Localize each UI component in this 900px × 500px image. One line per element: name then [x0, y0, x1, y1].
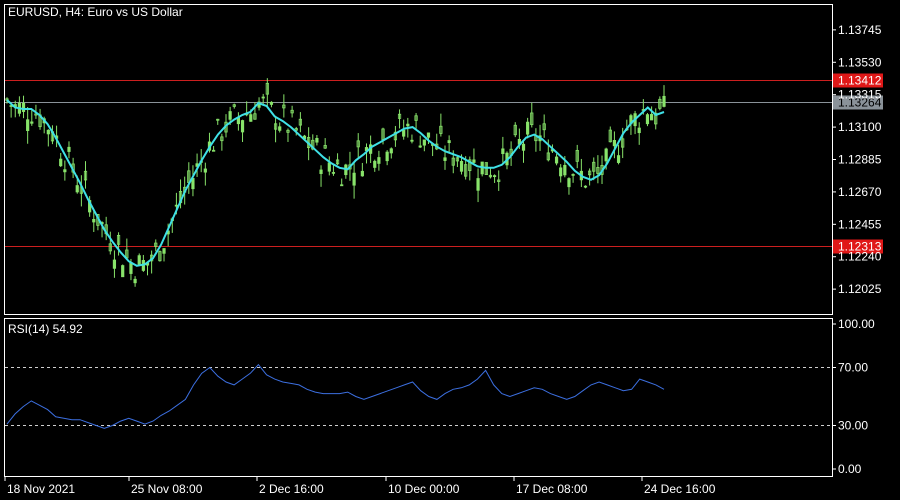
candle-body [422, 139, 426, 146]
price-tick-label: 1.13100 [838, 120, 882, 134]
candle-body [315, 137, 319, 143]
candle-body [426, 132, 431, 138]
candle-body [645, 114, 650, 125]
price-axis: 1.13745 1.13530 1.13315 1.13100 1.12885 1.126… [832, 23, 882, 296]
candle-body [563, 164, 567, 176]
rsi-tick-label: 0.00 [838, 462, 862, 476]
candle-body [261, 96, 265, 99]
level-tag-label: 1.13412 [838, 74, 882, 88]
candle-body [129, 262, 133, 274]
candle-body [269, 101, 274, 105]
candle-body [360, 170, 364, 177]
price-tick-label: 1.12885 [838, 153, 882, 167]
price-tick-label: 1.13530 [838, 55, 882, 69]
candle-body [59, 158, 63, 167]
price-tick-label: 1.12240 [838, 250, 882, 264]
time-tick-label: 10 Dec 00:00 [388, 482, 460, 496]
candle-body [492, 175, 497, 178]
candle-body [340, 184, 344, 187]
time-tick-label: 24 Dec 16:00 [644, 482, 716, 496]
candle-body [559, 167, 563, 177]
time-tick-label: 25 Nov 08:00 [131, 482, 203, 496]
candle-body [637, 127, 641, 134]
candle-body [554, 156, 559, 164]
candle-body [459, 160, 464, 172]
candle-body [75, 185, 79, 193]
rsi-tick-label: 70.00 [838, 361, 868, 375]
time-tick-label: 17 Dec 08:00 [516, 482, 588, 496]
trading-chart: 1.134121.123131.13264 1.137451.135301.13… [0, 0, 900, 500]
candle-body [63, 169, 67, 173]
candle-body [604, 148, 608, 162]
price-tick-label: 1.13315 [838, 88, 882, 102]
candle-body [249, 114, 253, 122]
candle-body [26, 119, 30, 131]
rsi-tick-label: 100.00 [838, 317, 875, 331]
candle-body [121, 265, 125, 278]
candle-body [21, 102, 26, 112]
candle-body [30, 121, 34, 124]
candle-body [377, 157, 381, 164]
candle-body [402, 129, 406, 137]
candle-body [501, 148, 505, 155]
candle-body [133, 278, 137, 284]
rsi-label: RSI(14) 54.92 [8, 322, 83, 336]
candle-body [319, 169, 323, 174]
price-tick-label: 1.12670 [838, 185, 882, 199]
candle-body [521, 143, 526, 151]
candle-body [612, 140, 617, 147]
candle-body [418, 145, 422, 148]
candle-body [327, 162, 331, 172]
title-comma: , [59, 5, 66, 19]
title-colon: : [81, 5, 88, 19]
chart-title: EURUSD, H4: Euro vs US Dollar [8, 5, 183, 19]
candle-body [92, 219, 96, 223]
candle-body [137, 255, 141, 265]
candle-body [174, 204, 179, 207]
candle-body [373, 160, 377, 168]
price-tick-label: 1.12455 [838, 217, 882, 231]
rsi-tick-label: 30.00 [838, 419, 868, 433]
candle-body [472, 159, 476, 163]
candle-body [46, 129, 50, 135]
timeframe-label: H4 [65, 5, 81, 19]
candle-body [162, 248, 166, 254]
candle-body [662, 95, 666, 107]
candle-body [567, 178, 571, 188]
candle-body [352, 172, 356, 186]
candle-body [67, 146, 71, 152]
price-tick-label: 1.13745 [838, 23, 882, 37]
candle-body [389, 148, 393, 154]
symbol-label: EURUSD [8, 5, 59, 19]
candle-body [476, 178, 480, 191]
time-tick-label: 2 Dec 16:00 [259, 482, 324, 496]
candle-body [447, 140, 451, 144]
candle-body [650, 114, 654, 121]
candle-body [228, 111, 232, 120]
candle-body [583, 185, 588, 188]
time-tick-label: 18 Nov 2021 [7, 482, 75, 496]
candle-body [278, 126, 282, 131]
candle-body [526, 121, 530, 135]
candle-body [616, 155, 621, 163]
candle-body [203, 168, 207, 173]
description-label: Euro vs US Dollar [87, 5, 182, 19]
candle-body [112, 259, 117, 269]
candle-body [443, 157, 447, 161]
candle-body [240, 120, 245, 133]
candle-body [385, 151, 389, 162]
candle-body [406, 123, 410, 127]
candle-body [410, 139, 414, 142]
price-tick-label: 1.12025 [838, 282, 882, 296]
